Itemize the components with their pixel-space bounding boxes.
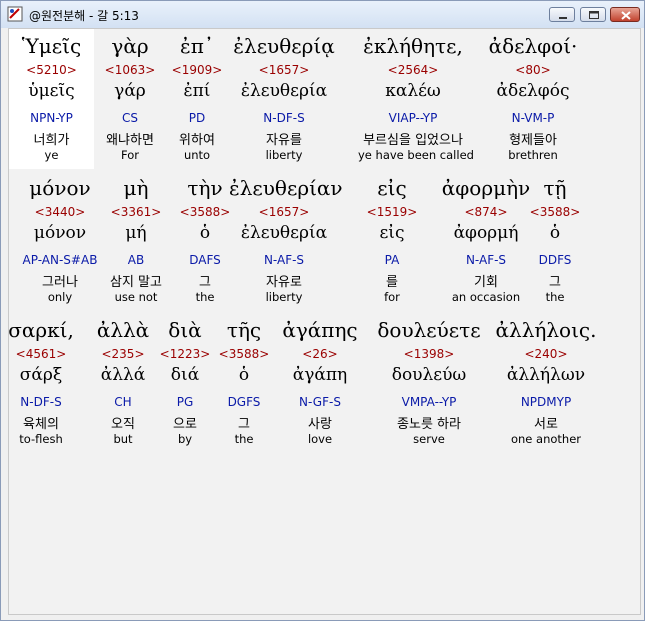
maximize-icon [589,11,599,19]
strongs-number: <1657> [258,63,310,77]
greek-word: ἐκλήθητε, [363,34,463,58]
korean-translation: 자유를 [266,133,302,148]
minimize-icon [559,17,567,19]
strongs-number: <1657> [258,205,310,219]
korean-translation: 형제들아 [509,133,557,148]
greek-word: ἀδελφοί· [488,34,578,58]
app-window: @원전분해 - 갈 5:13 Ὑμεῖς <5210> ὑμεῖς NPN-YP 너희가… [0,0,645,621]
minimize-button[interactable] [549,7,575,22]
greek-word: δουλεύετε [377,318,481,342]
english-gloss: love [307,432,333,446]
parsing-code: N-AF-S [263,253,305,267]
strongs-number: <1398> [403,347,455,361]
korean-translation: 자유로 [266,275,302,290]
korean-translation: 부르심을 입었으나 [363,133,463,148]
strongs-number: <2564> [387,63,439,77]
lemma: ἀλλήλων [506,365,586,385]
lemma: ἐλευθερία [240,223,328,243]
parsing-code: N-VM-P [511,111,555,125]
word-cell[interactable]: τῇ <3588> ὁ DDFS 그 the [500,171,610,311]
english-gloss: ye have been called [358,148,474,162]
word-cell[interactable]: ἐλευθερίαν <1657> ἐλευθερία N-AF-S 자유로 libert… [229,171,343,311]
parsing-code: N-GF-S [299,395,341,409]
greek-word: ἐλευθερίᾳ [233,34,335,58]
analysis-panel: Ὑμεῖς <5210> ὑμεῖς NPN-YP 너희가 ye γὰρ <1063> γάρ C… [8,28,641,615]
parsing-code: NPDMYP [520,395,572,409]
english-gloss: brethren [508,148,558,162]
word-cell[interactable]: δουλεύετε <1398> δουλεύω VMPA--YP 종노릇 하라 serv… [374,313,484,453]
parsing-code: VIAP--YP [388,111,438,125]
word-cell[interactable]: ἐκλήθητε, <2564> καλέω VIAP--YP 부르심을 입었으나 ye … [358,29,474,169]
korean-translation: 그 [549,275,561,290]
lemma: δουλεύω [391,365,467,385]
korean-translation: 사랑 [308,417,332,432]
english-gloss: one another [510,432,582,446]
english-gloss: the [545,290,565,304]
parsing-code: VMPA--YP [401,395,457,409]
lemma: ὁ [549,223,561,243]
strongs-number: <80> [515,63,551,77]
greek-word: ἀγάπης [282,318,358,342]
word-cell[interactable]: ἐλευθερίᾳ <1657> ἐλευθερία N-DF-S 자유를 liberty [229,29,339,169]
korean-translation: 서로 [534,417,558,432]
close-icon [621,11,631,20]
lemma: ἀδελφός [496,81,570,101]
greek-word: ἐλευθερίαν [229,176,343,200]
lemma: ἀγάπη [292,365,348,385]
app-icon[interactable] [7,6,23,22]
strongs-number: <26> [302,347,338,361]
strongs-number: <240> [524,347,568,361]
greek-word: ἀλλήλοις. [495,318,597,342]
close-button[interactable] [610,7,640,22]
window-title: @원전분해 - 갈 5:13 [29,9,139,23]
lemma: ἐλευθερία [240,81,328,101]
word-cell[interactable]: ἀδελφοί· <80> ἀδελφός N-VM-P 형제들아 brethren [478,29,588,169]
english-gloss: liberty [265,148,303,162]
word-cell[interactable]: ἀγάπης <26> ἀγάπη N-GF-S 사랑 love [265,313,375,453]
greek-word: τῇ [543,176,567,200]
parsing-code: DDFS [538,253,572,267]
word-cell[interactable]: ἀλλήλοις. <240> ἀλλήλων NPDMYP 서로 one another [491,313,601,453]
korean-translation: 종노릇 하라 [397,417,461,432]
parsing-code: N-DF-S [263,111,305,125]
lemma: καλέω [385,81,441,101]
english-gloss: serve [413,432,445,446]
english-gloss: liberty [265,290,303,304]
maximize-button[interactable] [580,7,606,22]
title-bar[interactable]: @원전분해 - 갈 5:13 [1,1,644,28]
strongs-number: <3588> [529,205,581,219]
